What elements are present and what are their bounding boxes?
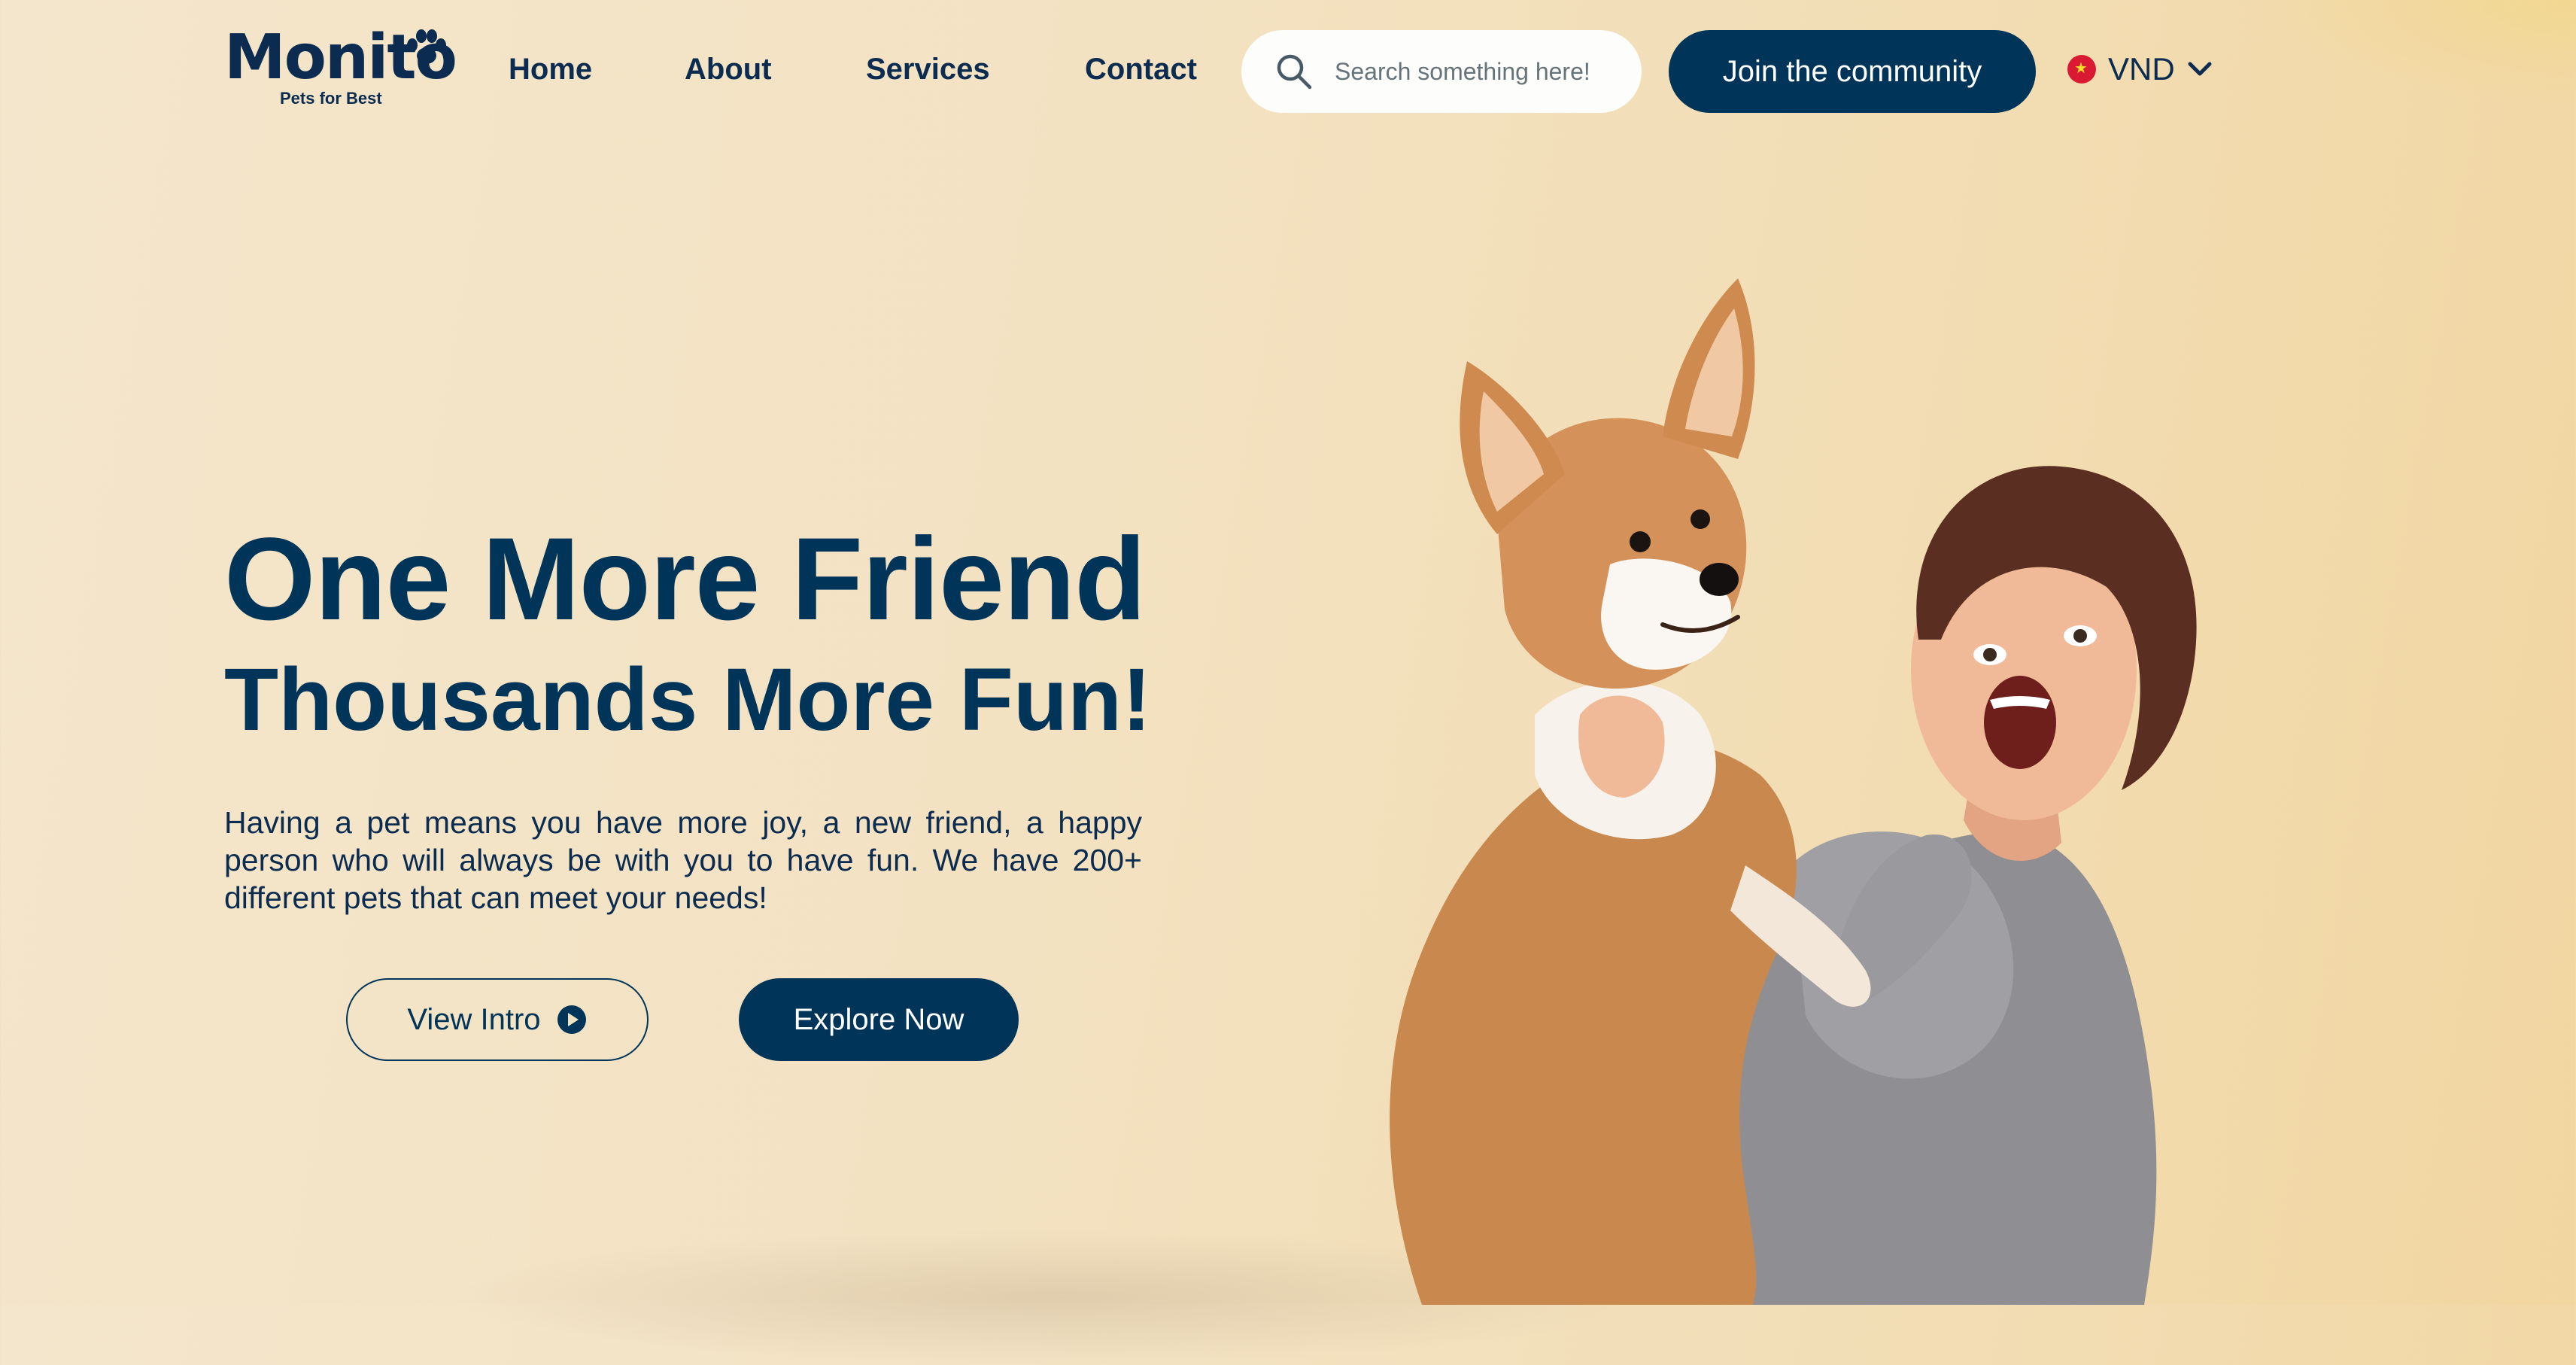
view-intro-button[interactable]: View Intro (346, 978, 649, 1061)
nav-home[interactable]: Home (509, 53, 592, 87)
search-box[interactable] (1241, 30, 1642, 113)
mouth-open (1984, 676, 2056, 769)
search-input[interactable] (1333, 56, 1622, 87)
corgi-eye-right (1690, 509, 1710, 529)
hero-title: One More Friend (224, 514, 1146, 645)
logo-tagline: Pets for Best (280, 89, 382, 108)
currency-selector[interactable]: VND (2067, 51, 2213, 87)
nav-services[interactable]: Services (866, 53, 990, 87)
background-glow (2260, 0, 2576, 105)
hero-subtitle: Thousands More Fun! (224, 650, 1152, 749)
brand-logo[interactable]: Monito Pets for Best (224, 27, 457, 110)
corgi-nose (1700, 563, 1739, 596)
search-icon[interactable] (1274, 52, 1314, 91)
corgi-eye-left (1630, 531, 1651, 552)
chevron-down-icon (2188, 62, 2212, 76)
currency-label: VND (2108, 51, 2175, 87)
explore-now-button[interactable]: Explore Now (739, 978, 1019, 1061)
vietnam-flag-icon (2067, 55, 2096, 84)
hero-image-woman-with-corgi (1390, 278, 2197, 1305)
paw-icon (407, 29, 446, 64)
nav-about[interactable]: About (685, 53, 772, 87)
nav-contact[interactable]: Contact (1085, 53, 1197, 87)
view-intro-label: View Intro (407, 1002, 541, 1036)
play-circle-icon (557, 1005, 586, 1034)
hero-description: Having a pet means you have more joy, a … (224, 805, 1142, 915)
join-community-button[interactable]: Join the community (1669, 30, 2036, 113)
